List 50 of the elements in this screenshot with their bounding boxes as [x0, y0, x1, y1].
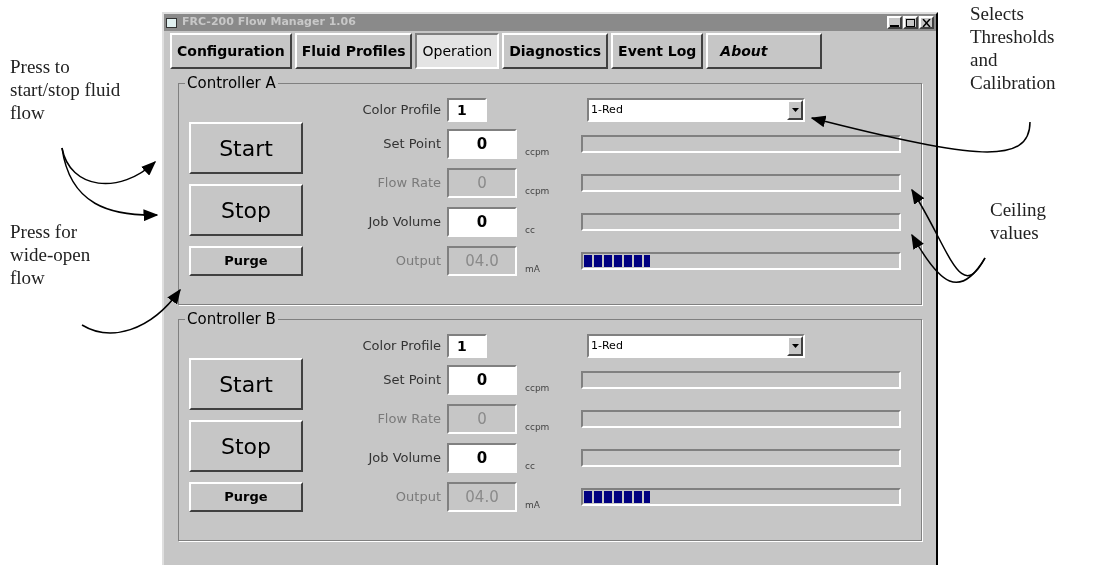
- maximize-button[interactable]: [903, 16, 918, 29]
- tab[interactable]: About: [706, 33, 823, 69]
- value-field[interactable]: 0: [447, 129, 517, 159]
- app-icon: [166, 17, 177, 28]
- profile-field[interactable]: 1: [447, 334, 487, 358]
- unit-label: cc: [524, 223, 536, 237]
- field-label: Color Profile: [361, 337, 442, 356]
- value-field[interactable]: 0: [447, 207, 517, 237]
- profile-dropdown[interactable]: 1-Red: [587, 98, 805, 122]
- tab[interactable]: Event Log: [611, 33, 704, 69]
- unit-label: cc: [524, 459, 536, 473]
- annotation-text: Ceiling values: [990, 198, 1047, 244]
- field-label: Job Volume: [366, 449, 442, 468]
- unit-label: ccpm: [524, 381, 551, 395]
- action-button[interactable]: Stop: [189, 184, 303, 236]
- value-field[interactable]: 0: [447, 443, 517, 473]
- tab[interactable]: Diagnostics: [502, 33, 609, 69]
- field-label: Flow Rate: [376, 174, 442, 193]
- action-button[interactable]: Start: [189, 122, 303, 174]
- window-title: FRC-200 Flow Manager 1.06: [182, 14, 357, 31]
- tab[interactable]: Operation: [415, 33, 500, 69]
- minimize-button[interactable]: [887, 16, 902, 29]
- field-label: Set Point: [382, 135, 442, 154]
- annotation-text: Press for wide-open flow: [10, 220, 92, 289]
- action-button[interactable]: Start: [189, 358, 303, 410]
- field-label: Output: [394, 252, 442, 271]
- field-label: Output: [394, 488, 442, 507]
- tab[interactable]: Fluid Profiles: [294, 33, 413, 69]
- profile-dropdown[interactable]: 1-Red: [587, 334, 805, 358]
- maximize-icon: [906, 18, 915, 27]
- minimize-icon: [890, 24, 899, 27]
- unit-label: mA: [524, 498, 541, 512]
- close-icon: [922, 18, 931, 27]
- close-button[interactable]: [919, 16, 934, 29]
- unit-label: ccpm: [524, 420, 551, 434]
- annotation-text: Selects Thresholds and Calibration: [970, 2, 1057, 94]
- field-label: Flow Rate: [376, 410, 442, 429]
- profile-field[interactable]: 1: [447, 98, 487, 122]
- unit-label: mA: [524, 262, 541, 276]
- action-button[interactable]: Stop: [189, 420, 303, 472]
- field-label: Set Point: [382, 371, 442, 390]
- field-label: Job Volume: [366, 213, 442, 232]
- action-button[interactable]: Purge: [189, 246, 303, 276]
- action-button[interactable]: Purge: [189, 482, 303, 512]
- unit-label: ccpm: [524, 184, 551, 198]
- annotation-text: Press to start/stop fluid flow: [10, 55, 122, 124]
- value-field[interactable]: 0: [447, 365, 517, 395]
- unit-label: ccpm: [524, 145, 551, 159]
- tab[interactable]: Configuration: [170, 33, 292, 69]
- field-label: Color Profile: [361, 101, 442, 120]
